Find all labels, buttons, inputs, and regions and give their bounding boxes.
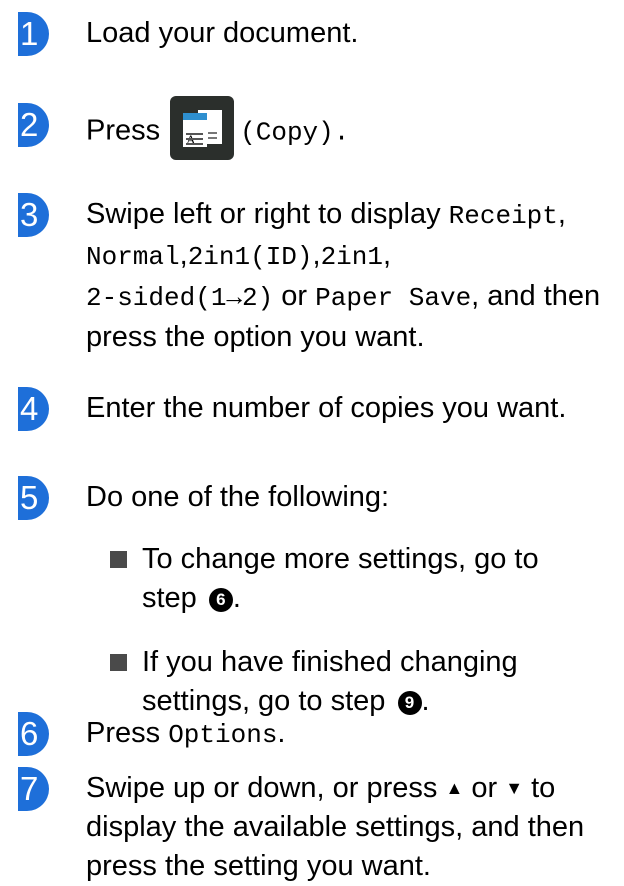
text-fragment: If you have finished changing: [142, 646, 518, 678]
options-button-name: Options: [168, 720, 278, 750]
step-number-badge: 5: [18, 476, 49, 520]
text-fragment: or: [471, 772, 498, 804]
step-number-badge: 2: [18, 103, 49, 147]
text-fragment: or: [273, 280, 316, 312]
option-2-sided: 2-sided(1→2): [86, 283, 274, 313]
up-arrow-icon: ▲: [445, 778, 464, 798]
option-normal: Normal: [86, 242, 180, 272]
step-text: Swipe left or right to display Receipt, …: [86, 195, 616, 357]
text-fragment: ,: [557, 198, 566, 230]
text-fragment: Swipe up or down, or press: [86, 772, 438, 804]
step-ref-badge: 9: [397, 691, 422, 715]
step-text: Press Options.: [86, 714, 616, 755]
text-fragment: ,: [383, 239, 392, 271]
text-fragment: Press: [86, 717, 161, 749]
option-receipt: Receipt: [448, 201, 558, 231]
text-fragment: .: [232, 582, 241, 614]
step-text: Enter the number of copies you want.: [86, 392, 567, 424]
text-fragment: ,: [179, 239, 188, 271]
copy-button-name: (Copy).: [240, 117, 350, 148]
copy-icon-letter: A: [186, 115, 195, 165]
option-2in1-id: 2in1(ID): [187, 242, 313, 272]
option-2in1: 2in1: [320, 242, 383, 272]
text-fragment: step: [142, 582, 197, 614]
text-fragment: ,: [312, 239, 321, 271]
bullet-text: To change more settings, go to step 6.: [142, 540, 612, 618]
text-fragment: settings, go to step: [142, 685, 386, 717]
copy-sheet-line: [208, 132, 218, 134]
copy-icon: A: [170, 96, 235, 160]
step-number-badge: 7: [18, 767, 49, 811]
text-fragment: .: [277, 717, 286, 749]
copy-sheet-line: [186, 138, 204, 140]
text-fragment: Swipe left or right to display: [86, 198, 449, 230]
step-ref-badge: 6: [208, 588, 233, 612]
step-number-badge: 6: [18, 712, 49, 756]
step-number-badge: 3: [18, 193, 49, 237]
bullet-text: If you have finished changing settings, …: [142, 643, 612, 721]
step-text: Load your document.: [86, 17, 359, 49]
down-arrow-icon: ▼: [505, 778, 524, 798]
copy-sheet-line: [186, 143, 204, 145]
press-label: Press: [86, 114, 161, 147]
text-fragment: To change more settings, go to: [142, 543, 539, 575]
copy-sheet-line: [208, 137, 218, 139]
text-fragment: .: [421, 685, 430, 717]
bullet-square-icon: [110, 654, 127, 671]
bullet-square-icon: [110, 551, 127, 568]
copy-sheet-line: [186, 133, 204, 135]
option-paper-save: Paper Save: [315, 283, 472, 313]
step-text: Swipe up or down, or press ▲ or ▼ to dis…: [86, 769, 616, 886]
step-text: Press A (Copy).: [86, 96, 616, 164]
step-text: Do one of the following:: [86, 481, 390, 513]
step-number-badge: 1: [18, 12, 49, 56]
step-number-badge: 4: [18, 387, 49, 431]
